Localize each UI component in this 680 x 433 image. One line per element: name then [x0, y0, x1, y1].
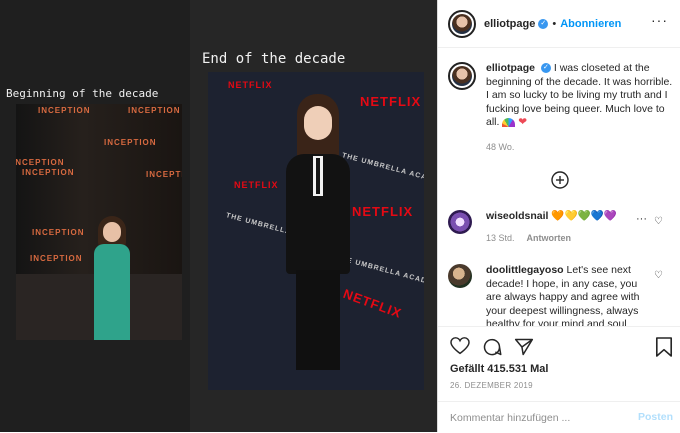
like-icon[interactable]	[450, 337, 470, 355]
yellow-heart-emoji: 💛	[564, 210, 578, 222]
instagram-post-modal: Beginning of the decade INCEPTION INCEPT…	[0, 0, 680, 432]
netflix-logo: NETFLIX	[352, 204, 414, 219]
post-header: elliotpage ✓ • Abonnieren ···	[438, 0, 680, 48]
netflix-logo: NETFLIX	[228, 80, 273, 90]
brand-logo: INCEPTION	[16, 158, 65, 167]
brand-logo: INCEPTION	[146, 170, 182, 179]
avatar[interactable]	[448, 264, 472, 288]
avatar[interactable]	[448, 9, 476, 38]
caption-username[interactable]: elliotpage	[486, 62, 535, 74]
reply-button[interactable]: Antworten	[527, 233, 572, 243]
brand-logo: INCEPTION	[38, 106, 91, 115]
more-options-icon[interactable]: ···	[651, 12, 668, 28]
verified-icon: ✓	[540, 63, 551, 74]
header-username[interactable]: elliotpage	[484, 18, 535, 30]
netflix-logo: NETFLIX	[341, 285, 404, 322]
comment-emojis: 🧡💛💚💙💜	[551, 210, 616, 222]
bookmark-icon[interactable]	[655, 337, 673, 357]
comment-username[interactable]: wiseoldsnail	[486, 210, 548, 222]
separator-dot: •	[552, 17, 557, 30]
avatar[interactable]	[448, 62, 476, 90]
follow-button[interactable]: Abonnieren	[560, 18, 621, 30]
brand-logo: INCEPTION	[30, 254, 83, 263]
rainbow-icon	[502, 117, 516, 127]
netflix-logo: NETFLIX	[234, 180, 279, 190]
post-caption: elliotpage ✓ I was closeted at the begin…	[448, 62, 673, 130]
heart-emoji: ❤	[518, 116, 528, 128]
umbrella-academy-logo: THE UMBRELLA ACADEMY	[341, 152, 424, 188]
comment-item: wiseoldsnail 🧡💛💚💙💜 13 Std. Antworten ··· …	[448, 210, 673, 245]
comment-item: doolittlegayoso Let's see next decade! I…	[448, 264, 673, 332]
post-media[interactable]: Beginning of the decade INCEPTION INCEPT…	[0, 0, 437, 432]
brand-logo: INCEPTION	[22, 168, 75, 177]
orange-heart-emoji: 🧡	[551, 210, 565, 222]
photo-end: NETFLIX NETFLIX NETFLIX NETFLIX NETFLIX …	[208, 72, 424, 390]
avatar[interactable]	[448, 210, 472, 234]
post-actions: Gefällt 415.531 Mal 26. DEZEMBER 2019 Po…	[438, 326, 680, 432]
comment-form: Posten	[438, 401, 680, 433]
verified-icon: ✓	[538, 18, 549, 29]
green-heart-emoji: 💚	[577, 210, 591, 222]
comment-more-icon[interactable]: ···	[636, 213, 647, 225]
like-comment-icon[interactable]: ♡	[654, 270, 663, 281]
story-panel-left: Beginning of the decade INCEPTION INCEPT…	[0, 0, 190, 432]
share-icon[interactable]	[514, 337, 534, 357]
brand-logo: INCEPTION	[128, 106, 181, 115]
caption-beginning: Beginning of the decade	[6, 87, 159, 100]
comment-username[interactable]: doolittlegayoso	[486, 264, 564, 276]
brand-logo: INCEPTION	[104, 138, 157, 147]
brand-logo: INCEPTION	[32, 228, 85, 237]
caption-end: End of the decade	[202, 51, 346, 67]
post-comment-button[interactable]: Posten	[638, 411, 673, 423]
netflix-logo: NETFLIX	[360, 94, 422, 109]
post-date: 26. DEZEMBER 2019	[450, 381, 533, 390]
photo-beginning: INCEPTION INCEPTION INCEPTION INCEPTION …	[16, 104, 182, 340]
story-panel-right: End of the decade NETFLIX NETFLIX NETFLI…	[190, 0, 437, 432]
comment-input[interactable]	[450, 412, 630, 424]
caption-timestamp[interactable]: 48 Wo.	[486, 142, 514, 152]
purple-heart-emoji: 💜	[603, 210, 617, 222]
load-more-comments-icon[interactable]	[551, 171, 569, 189]
post-sidebar: elliotpage ✓ • Abonnieren ··· elliotpage…	[437, 0, 680, 432]
comment-icon[interactable]	[482, 337, 502, 357]
blue-heart-emoji: 💙	[590, 210, 604, 222]
comment-timestamp[interactable]: 13 Std.	[486, 233, 515, 243]
like-comment-icon[interactable]: ♡	[654, 216, 663, 227]
likes-count[interactable]: Gefällt 415.531 Mal	[450, 363, 548, 375]
